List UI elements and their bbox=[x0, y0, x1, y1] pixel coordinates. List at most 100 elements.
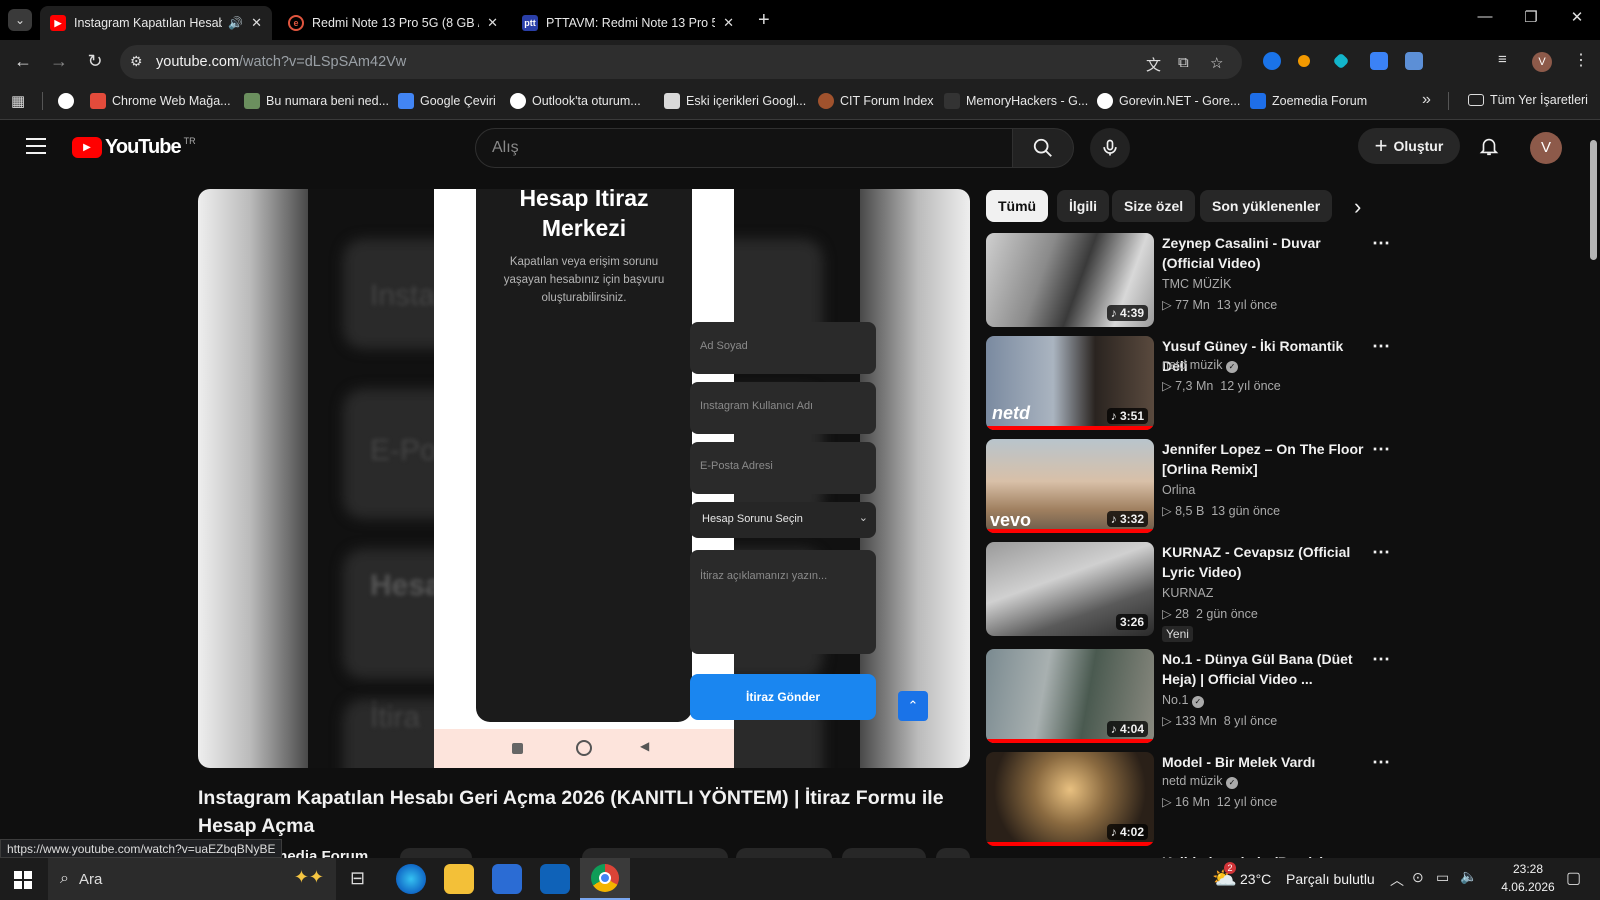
tab-pttavm[interactable]: ptt PTTAVM: Redmi Note 13 Pro 5g ✕ bbox=[512, 6, 744, 40]
video-thumbnail[interactable]: 3:26 bbox=[986, 542, 1154, 636]
chip-all[interactable]: Tümü bbox=[986, 190, 1049, 222]
clock-time[interactable]: 23:28 bbox=[1500, 862, 1556, 876]
recommendation-item[interactable]: ♪ 4:04 No.1 - Dünya Gül Bana (Düet Heja)… bbox=[986, 649, 1390, 745]
scrollbar-thumb[interactable] bbox=[1590, 140, 1597, 260]
extension-screen-icon[interactable] bbox=[1405, 52, 1423, 70]
page-scrollbar[interactable] bbox=[1587, 126, 1600, 858]
chip-recent[interactable]: Son yüklenenler bbox=[1200, 190, 1333, 222]
bookmark-item[interactable]: Gorevin.NET - Gore... bbox=[1097, 93, 1240, 109]
extension-blue-icon[interactable] bbox=[1263, 52, 1281, 70]
close-window-icon[interactable]: ✕ bbox=[1562, 8, 1592, 26]
new-tab-icon[interactable]: + bbox=[758, 9, 770, 32]
search-input[interactable]: Alış bbox=[475, 128, 1013, 168]
location-icon[interactable]: ⊙ bbox=[1412, 869, 1424, 886]
address-bar[interactable]: ⚙ youtube.com/watch?v=dLSpSAm42Vw 文 ⧉ ☆ bbox=[120, 45, 1242, 79]
recommendation-item[interactable]: vevo ♪ 3:32 Jennifer Lopez – On The Floo… bbox=[986, 439, 1390, 535]
weather-temp[interactable]: 23°C bbox=[1240, 871, 1271, 887]
apps-grid-icon[interactable]: ▦ bbox=[11, 92, 25, 110]
recommendation-item[interactable]: ♪ 4:39 Zeynep Casalini - Duvar (Official… bbox=[986, 233, 1390, 329]
tray-chevron-icon[interactable]: ︿ bbox=[1390, 870, 1404, 890]
bookmark-item[interactable]: Google Çeviri bbox=[398, 93, 496, 109]
extension-orange-icon[interactable] bbox=[1298, 55, 1310, 67]
volume-icon[interactable]: 🔈 bbox=[1460, 868, 1477, 885]
reload-icon[interactable]: ↻ bbox=[83, 51, 107, 72]
action-pill[interactable] bbox=[736, 848, 832, 858]
bookmark-item[interactable]: Chrome Web Mağa... bbox=[90, 93, 231, 109]
browser-menu-icon[interactable]: ⋮ bbox=[1573, 50, 1589, 70]
more-options-icon[interactable]: ⋯ bbox=[1372, 542, 1390, 563]
bookmark-globe-icon[interactable] bbox=[58, 93, 74, 109]
more-options-icon[interactable]: ⋯ bbox=[1372, 752, 1390, 773]
media-control-icon[interactable]: ≡ bbox=[1498, 51, 1507, 68]
account-avatar[interactable]: V bbox=[1530, 132, 1562, 164]
microsoft-store-icon[interactable] bbox=[492, 864, 522, 894]
more-options-icon[interactable]: ⋯ bbox=[1372, 233, 1390, 254]
youtube-logo[interactable]: ▶ YouTube TR bbox=[72, 136, 196, 159]
bookmark-divider bbox=[42, 92, 43, 110]
download-icon[interactable] bbox=[1370, 52, 1388, 70]
tab-close-icon[interactable]: ✕ bbox=[487, 15, 498, 31]
tab-close-icon[interactable]: ✕ bbox=[251, 15, 262, 31]
weather-text[interactable]: Parçalı bulutlu bbox=[1286, 871, 1375, 887]
tab-redmi[interactable]: e Redmi Note 13 Pro 5G (8 GB / 2 ✕ bbox=[278, 6, 508, 40]
tab-youtube[interactable]: ▶ Instagram Kapatılan Hesabı 🔊 ✕ bbox=[40, 6, 272, 40]
netd-logo: netd bbox=[992, 403, 1030, 423]
video-player[interactable]: Insta E-Po Hesa İtira ⌄ ◀ Hesap İtiraz M… bbox=[198, 189, 970, 768]
windows-start-icon[interactable] bbox=[14, 871, 32, 889]
profile-avatar[interactable]: V bbox=[1532, 52, 1552, 72]
file-explorer-icon[interactable] bbox=[444, 864, 474, 894]
notification-center-icon[interactable]: ▢ bbox=[1566, 868, 1581, 888]
tab-close-icon[interactable]: ✕ bbox=[723, 15, 734, 31]
extension-teal-icon[interactable] bbox=[1332, 52, 1350, 70]
outlook-icon[interactable] bbox=[540, 864, 570, 894]
chips-next-chevron-icon[interactable]: › bbox=[1354, 194, 1361, 220]
search-button[interactable] bbox=[1012, 128, 1074, 168]
bookmark-item[interactable]: Eski içerikleri Googl... bbox=[664, 93, 806, 109]
video-thumbnail[interactable]: netd ♪ 3:51 bbox=[986, 336, 1154, 430]
video-thumbnail[interactable]: ♪ 4:39 bbox=[986, 233, 1154, 327]
notifications-bell-icon[interactable] bbox=[1478, 134, 1500, 163]
more-options-icon[interactable]: ⋯ bbox=[1372, 336, 1390, 357]
taskbar-search[interactable]: ⌕ Ara ✦✦ bbox=[48, 858, 336, 900]
bookmark-item[interactable]: MemoryHackers - G... bbox=[944, 93, 1088, 109]
back-icon[interactable]: ← bbox=[11, 51, 35, 72]
action-pill[interactable] bbox=[936, 848, 970, 858]
edge-icon[interactable] bbox=[396, 864, 426, 894]
chip-related[interactable]: İlgili bbox=[1057, 190, 1109, 222]
action-pill[interactable] bbox=[582, 848, 728, 858]
translate-icon[interactable]: 文 bbox=[1146, 54, 1161, 75]
chip-for-you[interactable]: Size özel bbox=[1112, 190, 1196, 222]
recommendation-channel: netd müzik ✓ bbox=[1162, 358, 1238, 373]
bookmark-item[interactable]: Outlook'ta oturum... bbox=[510, 93, 641, 109]
task-view-icon[interactable]: ⊟ bbox=[350, 868, 365, 889]
action-pill[interactable] bbox=[842, 848, 926, 858]
more-options-icon[interactable]: ⋯ bbox=[1372, 439, 1390, 460]
video-thumbnail[interactable]: ♪ 4:04 bbox=[986, 649, 1154, 743]
forward-icon[interactable]: → bbox=[47, 51, 71, 72]
video-thumbnail[interactable]: ♪ 4:02 bbox=[986, 752, 1154, 846]
video-thumbnail[interactable]: vevo ♪ 3:32 bbox=[986, 439, 1154, 533]
recommendation-item[interactable]: netd ♪ 3:51 Yusuf Güney - İki Romantik D… bbox=[986, 336, 1390, 432]
recommendation-item[interactable]: ♪ 4:02 Model - Bir Melek Vardı netd müzi… bbox=[986, 752, 1390, 848]
action-pill[interactable] bbox=[400, 848, 472, 858]
minimize-icon[interactable]: — bbox=[1470, 8, 1500, 25]
bookmark-item[interactable]: Bu numara beni ned... bbox=[244, 93, 389, 109]
bookmark-star-icon[interactable]: ☆ bbox=[1210, 54, 1223, 72]
recommendation-item[interactable]: 3:26 KURNAZ - Cevapsız (Official Lyric V… bbox=[986, 542, 1390, 642]
hamburger-menu-icon[interactable] bbox=[26, 138, 46, 154]
audio-playing-icon[interactable]: 🔊 bbox=[228, 16, 243, 30]
all-bookmarks-folder[interactable]: Tüm Yer İşaretleri bbox=[1468, 93, 1588, 107]
network-icon[interactable]: ▭ bbox=[1436, 869, 1449, 886]
create-button[interactable]: + Oluştur bbox=[1358, 128, 1460, 164]
install-app-icon[interactable]: ⧉ bbox=[1178, 54, 1189, 71]
more-options-icon[interactable]: ⋯ bbox=[1372, 649, 1390, 670]
restore-icon[interactable]: ❐ bbox=[1516, 8, 1546, 26]
voice-search-button[interactable] bbox=[1090, 128, 1130, 168]
clock-date[interactable]: 4.06.2026 bbox=[1494, 880, 1562, 894]
site-info-icon[interactable]: ⚙ bbox=[130, 53, 143, 70]
more-bookmarks-icon[interactable]: » bbox=[1422, 91, 1431, 109]
tab-search-button[interactable]: ⌄ bbox=[8, 9, 32, 31]
bookmark-item[interactable]: Zoemedia Forum bbox=[1250, 93, 1367, 109]
bookmark-item[interactable]: CIT Forum Index bbox=[818, 93, 934, 109]
chrome-taskbar-active[interactable] bbox=[580, 858, 630, 900]
